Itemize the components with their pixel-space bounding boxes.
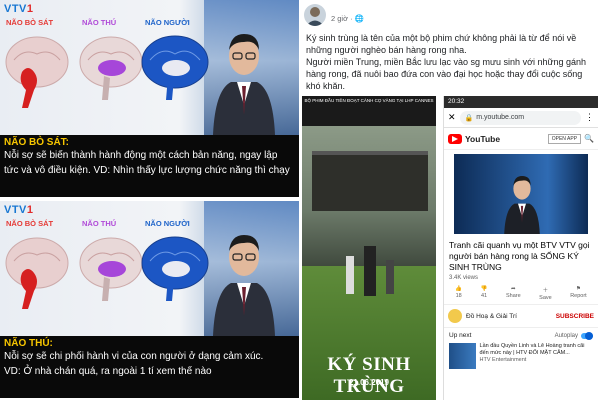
up-next-title: Lần đầu Quyền Linh và Lê Hoàng tranh cãi… [479,343,585,356]
youtube-header: YouTube OPEN APP 🔍 [444,128,598,150]
menu-icon[interactable]: ⋮ [585,112,594,123]
status-bar: 20:32 [444,96,598,108]
video-actions: 👍 18 👎 41 ➦ Share ＋ Save ⚑ Report [444,283,598,305]
flag-icon: ⚑ [575,286,581,292]
post-paragraph: Người miền Trung, miền Bắc lưu lạc vào s… [306,57,587,91]
tv-screenshots: VTV1 NÃO BÒ SÁT NÃO THÚ NÃO NGƯỜI NÃO BÒ… [0,0,299,400]
reptile-brain-image [5,237,69,309]
channel-row: Đồ Hoạ & Giải Trí SUBSCRIBE [444,305,598,328]
brain-label-reptile: NÃO BÒ SÁT [6,18,54,27]
globe-icon: 🌐 [354,14,365,23]
youtube-logo-icon[interactable] [448,133,462,144]
tv-frame-2: VTV1 NÃO BÒ SÁT NÃO THÚ NÃO NGƯỜI NÃO TH… [0,201,299,398]
thumb-up-icon: 👍 [455,286,463,292]
caption-line: Nỗi sợ sẽ chi phối hành vi của con người… [4,351,264,362]
tv-frame-1: VTV1 NÃO BÒ SÁT NÃO THÚ NÃO NGƯỜI NÃO BÒ… [0,0,299,197]
mammal-brain-image [79,237,143,301]
post-text: Ký sinh trùng là tên của một bộ phim chứ… [306,32,594,92]
up-next-thumbnail [449,343,476,369]
brain-label-mammal: NÃO THÚ [82,18,117,27]
dislike-button[interactable]: 👎 41 [481,286,488,301]
share-icon: ➦ [511,286,516,292]
news-anchor-image [213,34,275,135]
channel-logo: VTV1 [4,3,34,15]
poster-date: 21.06.2019 [348,378,390,387]
poster-tagline: BỘ PHIM ĐẦU TIÊN ĐOẠT CÀNH CỌ VÀNG TẠI L… [304,98,434,103]
autoplay-toggle[interactable] [581,331,593,340]
report-button[interactable]: ⚑ Report [570,286,587,301]
avatar[interactable] [304,4,326,26]
close-icon[interactable]: ✕ [448,112,456,123]
caption-bar: NÃO THÚ: Nỗi sợ sẽ chi phối hành vi của … [0,336,299,398]
brain-label-reptile: NÃO BÒ SÁT [6,219,54,228]
up-next-header: Up next Autoplay [444,328,598,343]
caption-line: Nỗi sợ sẽ biến thành hành động một cách … [4,150,278,161]
lock-icon: 🔒 [464,114,474,122]
human-brain-image [141,35,209,100]
reptile-brain-image [5,36,69,108]
movie-poster-image[interactable]: BỘ PHIM ĐẦU TIÊN ĐOẠT CÀNH CỌ VÀNG TẠI L… [302,96,436,400]
up-next-item[interactable]: Lần đầu Quyền Linh và Lê Hoàng tranh cãi… [444,343,598,369]
brain-label-human: NÃO NGƯỜI [145,18,190,27]
brain-label-mammal: NÃO THÚ [82,219,117,228]
thumb-down-icon: 👎 [480,286,488,292]
caption-bar: NÃO BÒ SÁT: Nỗi sợ sẽ biến thành hành độ… [0,135,299,197]
video-title: Tranh cãi quanh vụ một BTV VTV gọi người… [449,240,590,272]
search-icon[interactable]: 🔍 [584,134,594,143]
save-icon: ＋ [542,288,549,294]
post-paragraph: Ký sinh trùng là tên của một bộ phim chứ… [306,33,577,55]
poster-title: KÝ SINH TRÙNG [327,354,411,397]
caption-heading: NÃO BÒ SÁT: [4,137,69,148]
youtube-wordmark: YouTube [465,133,501,144]
video-views: 3.4K views [449,275,479,281]
save-button[interactable]: ＋ Save [539,286,552,301]
news-anchor-image [213,235,275,336]
video-player[interactable] [454,154,588,234]
mammal-brain-image [79,36,143,100]
poster-figures [346,246,394,296]
phone-screenshot: 20:32 ✕ 🔒 m.youtube.com ⋮ YouTube OPEN A… [443,96,598,400]
url-field[interactable]: 🔒 m.youtube.com [459,110,581,125]
channel-name[interactable]: Đồ Hoạ & Giải Trí [466,313,517,320]
brain-label-human: NÃO NGƯỜI [145,219,190,228]
caption-line: tức và vô điều kiện. VD: Nhìn thấy lực l… [4,165,290,176]
video-anchor [504,176,540,234]
autoplay-control: Autoplay [555,331,593,340]
subscribe-button[interactable]: SUBSCRIBE [556,313,594,320]
caption-line: VD: Ở nhà chán quá, ra ngoài 1 tí xem th… [4,366,212,377]
browser-url-bar: ✕ 🔒 m.youtube.com ⋮ [444,108,598,128]
like-button[interactable]: 👍 18 [455,286,462,301]
up-next-channel: HTV Entertainment [479,357,527,363]
share-button[interactable]: ➦ Share [506,286,521,301]
channel-logo: VTV1 [4,204,34,216]
open-app-button[interactable]: OPEN APP [547,133,582,144]
human-brain-image [141,236,209,301]
caption-heading: NÃO THÚ: [4,338,53,349]
post-timestamp[interactable]: 2 giờ · 🌐 [331,14,364,23]
channel-avatar[interactable] [448,309,462,323]
